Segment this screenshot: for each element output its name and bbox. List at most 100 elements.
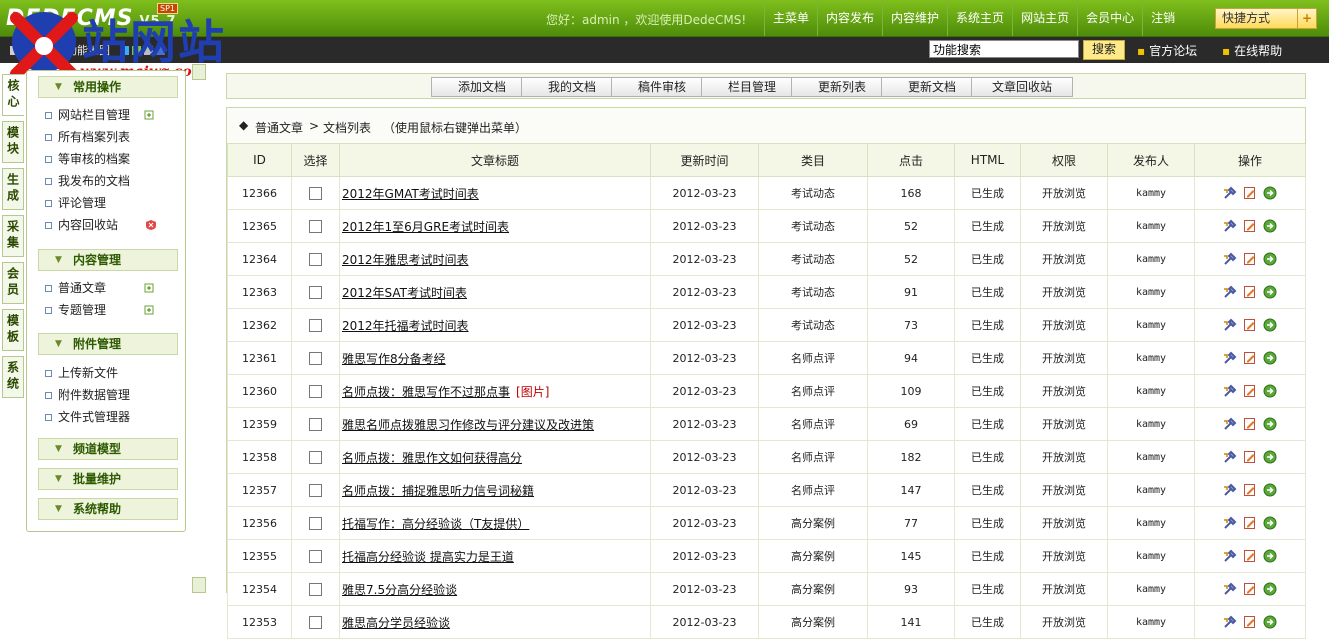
row-checkbox[interactable] (309, 351, 322, 365)
preview-icon[interactable] (1263, 417, 1277, 431)
row-title-link[interactable]: 2012年GMAT考试时间表 (342, 187, 479, 201)
row-title-link[interactable]: 托福写作：高分经验谈（T友提供） (342, 517, 529, 531)
preview-icon[interactable] (1263, 516, 1277, 530)
row-title-link[interactable]: 名师点拨：雅思写作不过那点事 (342, 385, 510, 399)
add-document-button[interactable]: 添加文档 (431, 77, 533, 97)
sidebar-section-attachments[interactable]: ▼ 附件管理 (38, 333, 178, 355)
add-icon[interactable] (144, 283, 156, 293)
row-select[interactable] (291, 176, 340, 210)
preview-icon[interactable] (1263, 450, 1277, 464)
preview-icon[interactable] (1263, 483, 1277, 497)
row-checkbox[interactable] (309, 219, 322, 233)
row-select[interactable] (291, 308, 340, 342)
row-checkbox[interactable] (309, 450, 322, 464)
tab-modules[interactable]: 模块 (2, 121, 24, 163)
sidebar-item-articles[interactable]: 普通文章 (45, 279, 106, 297)
frame-toggle-top[interactable] (192, 64, 206, 80)
sidebar-section-common[interactable]: ▼ 常用操作 (38, 76, 178, 98)
row-title-link[interactable]: 2012年1至6月GRE考试时间表 (342, 220, 509, 234)
sidebar-section-channel-models[interactable]: ▼ 频道模型 (38, 438, 178, 460)
edit-doc-icon[interactable] (1243, 186, 1257, 200)
row-select[interactable] (291, 539, 340, 573)
row-category[interactable]: 名师点评 (758, 341, 868, 375)
color-swatch-icon[interactable] (120, 45, 129, 55)
preview-icon[interactable] (1263, 318, 1277, 332)
edit-doc-icon[interactable] (1243, 516, 1257, 530)
edit-property-icon[interactable] (1223, 351, 1237, 365)
row-category[interactable]: 考试动态 (758, 176, 868, 210)
nav-content-maintain[interactable]: 内容维护 (882, 0, 947, 36)
article-recycle-button[interactable]: 文章回收站 (971, 77, 1073, 97)
row-checkbox[interactable] (309, 417, 322, 431)
sidebar-section-help[interactable]: ▼ 系统帮助 (38, 498, 178, 520)
nav-content-publish[interactable]: 内容发布 (817, 0, 882, 36)
update-list-button[interactable]: 更新列表 (791, 77, 893, 97)
tab-templates[interactable]: 模板 (2, 309, 24, 351)
row-select[interactable] (291, 506, 340, 540)
tab-core[interactable]: 核心 (2, 74, 24, 116)
edit-property-icon[interactable] (1223, 318, 1237, 332)
tab-members[interactable]: 会员 (2, 262, 24, 304)
review-button[interactable]: 稿件审核 (611, 77, 713, 97)
row-title-link[interactable]: 雅思7.5分高分经验谈 (342, 583, 457, 597)
sidebar-item-file-manager[interactable]: 文件式管理器 (45, 408, 130, 426)
row-title-link[interactable]: 雅思名师点拨雅思习作修改与评分建议及改进策 (342, 418, 594, 432)
edit-property-icon[interactable] (1223, 450, 1237, 464)
nav-site-home[interactable]: 网站主页 (1012, 0, 1077, 36)
row-title-link[interactable]: 2012年SAT考试时间表 (342, 286, 467, 300)
row-title-link[interactable]: 雅思高分学员经验谈 (342, 616, 450, 630)
edit-doc-icon[interactable] (1243, 384, 1257, 398)
row-checkbox[interactable] (309, 549, 322, 563)
function-map-link[interactable]: 功能地图 (66, 42, 110, 58)
row-checkbox[interactable] (309, 615, 322, 629)
preview-icon[interactable] (1263, 285, 1277, 299)
sidebar-item-column-manage[interactable]: 网站栏目管理 (45, 106, 130, 124)
breadcrumb-articles[interactable]: 普通文章 (255, 119, 303, 136)
row-select[interactable] (291, 341, 340, 375)
row-select[interactable] (291, 242, 340, 276)
row-category[interactable]: 考试动态 (758, 308, 868, 342)
column-manage-button[interactable]: 栏目管理 (701, 77, 803, 97)
sidebar-item-recycle-bin[interactable]: 内容回收站 (45, 216, 118, 234)
plus-icon[interactable]: + (1297, 9, 1316, 28)
row-checkbox[interactable] (309, 285, 322, 299)
sidebar-item-attachment-data[interactable]: 附件数据管理 (45, 386, 130, 404)
row-title-link[interactable]: 名师点拨：雅思作文如何获得高分 (342, 451, 522, 465)
row-title-link[interactable]: 名师点拨：捕捉雅思听力信号词秘籍 (342, 484, 534, 498)
preview-icon[interactable] (1263, 252, 1277, 266)
row-select[interactable] (291, 374, 340, 408)
preview-icon[interactable] (1263, 186, 1277, 200)
sidebar-item-upload[interactable]: 上传新文件 (45, 364, 118, 382)
row-category[interactable]: 高分案例 (758, 539, 868, 573)
nav-system-home[interactable]: 系统主页 (947, 0, 1012, 36)
edit-doc-icon[interactable] (1243, 615, 1257, 629)
frame-toggle-bottom[interactable] (192, 577, 206, 593)
sidebar-section-batch[interactable]: ▼ 批量维护 (38, 468, 178, 490)
row-select[interactable] (291, 605, 340, 639)
row-title-link[interactable]: 2012年雅思考试时间表 (342, 253, 469, 267)
my-documents-button[interactable]: 我的文档 (521, 77, 623, 97)
sidebar-section-content[interactable]: ▼ 内容管理 (38, 249, 178, 271)
preview-icon[interactable] (1263, 219, 1277, 233)
row-title-link[interactable]: 2012年托福考试时间表 (342, 319, 469, 333)
edit-property-icon[interactable] (1223, 615, 1237, 629)
row-select[interactable] (291, 572, 340, 606)
edit-doc-icon[interactable] (1243, 582, 1257, 596)
row-title-link[interactable]: 雅思写作8分备考经 (342, 352, 446, 366)
tab-generate[interactable]: 生成 (2, 168, 24, 210)
edit-doc-icon[interactable] (1243, 351, 1257, 365)
quick-shortcuts-button[interactable]: 快捷方式 + (1215, 8, 1317, 29)
edit-doc-icon[interactable] (1243, 417, 1257, 431)
color-swatch-icon[interactable] (156, 45, 165, 55)
row-category[interactable]: 考试动态 (758, 275, 868, 309)
edit-doc-icon[interactable] (1243, 219, 1257, 233)
edit-property-icon[interactable] (1223, 384, 1237, 398)
edit-property-icon[interactable] (1223, 549, 1237, 563)
row-select[interactable] (291, 275, 340, 309)
edit-doc-icon[interactable] (1243, 252, 1257, 266)
favorites-link[interactable]: 收藏 (22, 42, 44, 58)
tab-collect[interactable]: 采集 (2, 215, 24, 257)
search-button[interactable]: 搜索 (1083, 40, 1125, 60)
edit-doc-icon[interactable] (1243, 483, 1257, 497)
sidebar-item-topics[interactable]: 专题管理 (45, 301, 106, 319)
